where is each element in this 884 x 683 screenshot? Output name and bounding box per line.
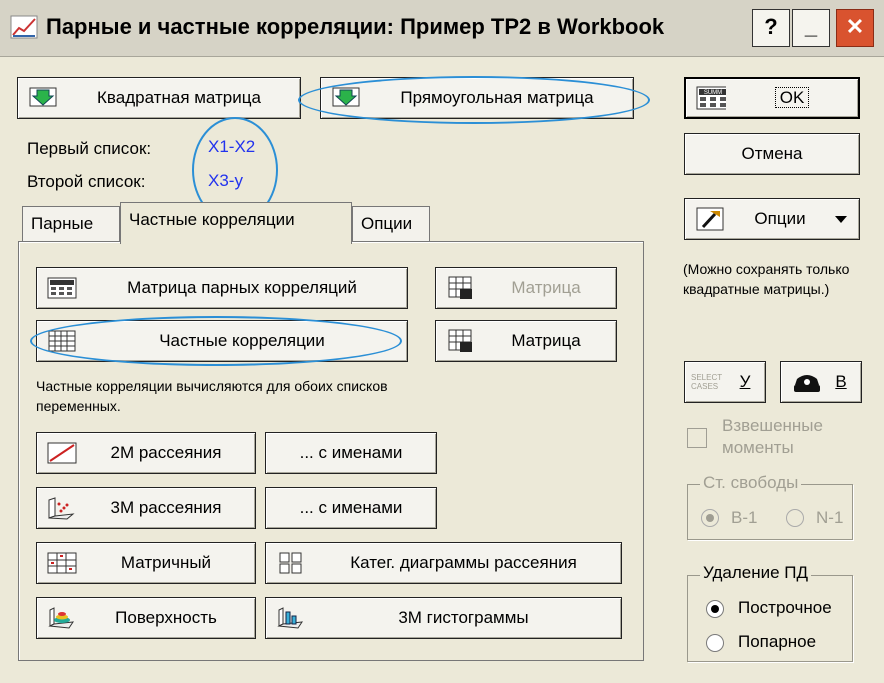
df-n1-label: N-1	[816, 508, 844, 527]
missing-data-title: Удаление ПД	[700, 563, 812, 583]
minimize-button[interactable]: _	[792, 9, 830, 47]
square-matrix-button[interactable]: Квадратная матрица	[17, 77, 301, 119]
partial-correlations-button[interactable]: Частные корреляции	[36, 320, 408, 362]
first-list-value[interactable]: X1-X2	[208, 137, 255, 157]
partial-note: Частные корреляции вычисляются для обоих…	[36, 378, 388, 414]
second-list-label: Второй список:	[27, 172, 146, 191]
categorized-scatter-button[interactable]: Катег. диаграммы рассеяния	[265, 542, 622, 584]
pairwise-label: Попарное	[738, 632, 817, 651]
matrix-button[interactable]: Матрица	[435, 320, 617, 362]
select-cases-icon: SELECT CASES	[691, 373, 722, 391]
scatter-2d-icon	[47, 441, 77, 465]
scatter-3d-icon	[47, 496, 77, 520]
matrix-disabled-button[interactable]: Матрица	[435, 267, 617, 309]
pair-matrix-button[interactable]: Матрица парных корреляций	[36, 267, 408, 309]
casewise-label: Построчное	[738, 598, 832, 617]
weighted-moments-checkbox[interactable]	[687, 428, 707, 448]
casewise-radio[interactable]	[706, 600, 724, 618]
select-cases-button[interactable]: SELECT CASES У	[684, 361, 766, 403]
close-button[interactable]: ✕	[836, 9, 874, 47]
hammer-icon	[695, 207, 725, 231]
save-note: (Можно сохранять только квадратные матри…	[683, 261, 850, 297]
pairwise-radio[interactable]	[706, 634, 724, 652]
tab-pairs[interactable]: Парные	[22, 206, 120, 242]
df-b1-label: В-1	[731, 508, 758, 527]
options-button[interactable]: Опции	[684, 198, 860, 240]
first-list-label: Первый список:	[27, 139, 152, 158]
df-group-title: Ст. свободы	[700, 473, 802, 493]
title-bar: Парные и частные корреляции: Пример ТР2 …	[0, 0, 884, 57]
weights-icon	[791, 370, 821, 394]
svg-text:SUMM: SUMM	[704, 90, 722, 96]
matrix-plot-icon	[47, 551, 77, 575]
matrix-plot-button[interactable]: Матричный	[36, 542, 256, 584]
histogram-3d-button[interactable]: 3М гистограммы	[265, 597, 622, 639]
tab-partial[interactable]: Частные корреляции	[120, 202, 352, 244]
cancel-button[interactable]: Отмена	[684, 133, 860, 175]
ok-button[interactable]: SUMM OK	[684, 77, 860, 119]
matrix-download-icon	[331, 86, 361, 110]
dropdown-arrow-icon	[835, 209, 847, 229]
window-title: Парные и частные корреляции: Пример ТР2 …	[46, 14, 665, 39]
histogram-3d-icon	[276, 606, 306, 630]
tab-options[interactable]: Опции	[352, 206, 430, 242]
summ-icon	[47, 276, 77, 300]
dialog-window: Парные и частные корреляции: Пример ТР2 …	[0, 0, 884, 683]
scatter-3d-button[interactable]: 3М рассеяния	[36, 487, 256, 529]
app-icon	[10, 14, 38, 40]
surface-icon	[47, 606, 77, 630]
df-n1-radio[interactable]	[786, 509, 804, 527]
second-list-value[interactable]: X3-y	[208, 171, 243, 191]
scatter-3d-names-button[interactable]: ... с именами	[265, 487, 437, 529]
matrix-download-icon	[28, 86, 58, 110]
weighted-moments-label: Взвешенные моменты	[722, 416, 823, 457]
rect-matrix-button[interactable]: Прямоугольная матрица	[320, 77, 634, 119]
scatter-2d-names-button[interactable]: ... с именами	[265, 432, 437, 474]
help-button[interactable]: ?	[752, 9, 790, 47]
grid-save-icon	[446, 276, 476, 300]
grid-save-icon	[446, 329, 476, 353]
scatter-2d-button[interactable]: 2М рассеяния	[36, 432, 256, 474]
surface-button[interactable]: Поверхность	[36, 597, 256, 639]
grid-icon	[47, 329, 77, 353]
categorized-grid-icon	[276, 551, 306, 575]
df-b1-radio[interactable]	[701, 509, 719, 527]
summ-icon: SUMM	[696, 86, 726, 110]
weights-button[interactable]: В	[780, 361, 862, 403]
